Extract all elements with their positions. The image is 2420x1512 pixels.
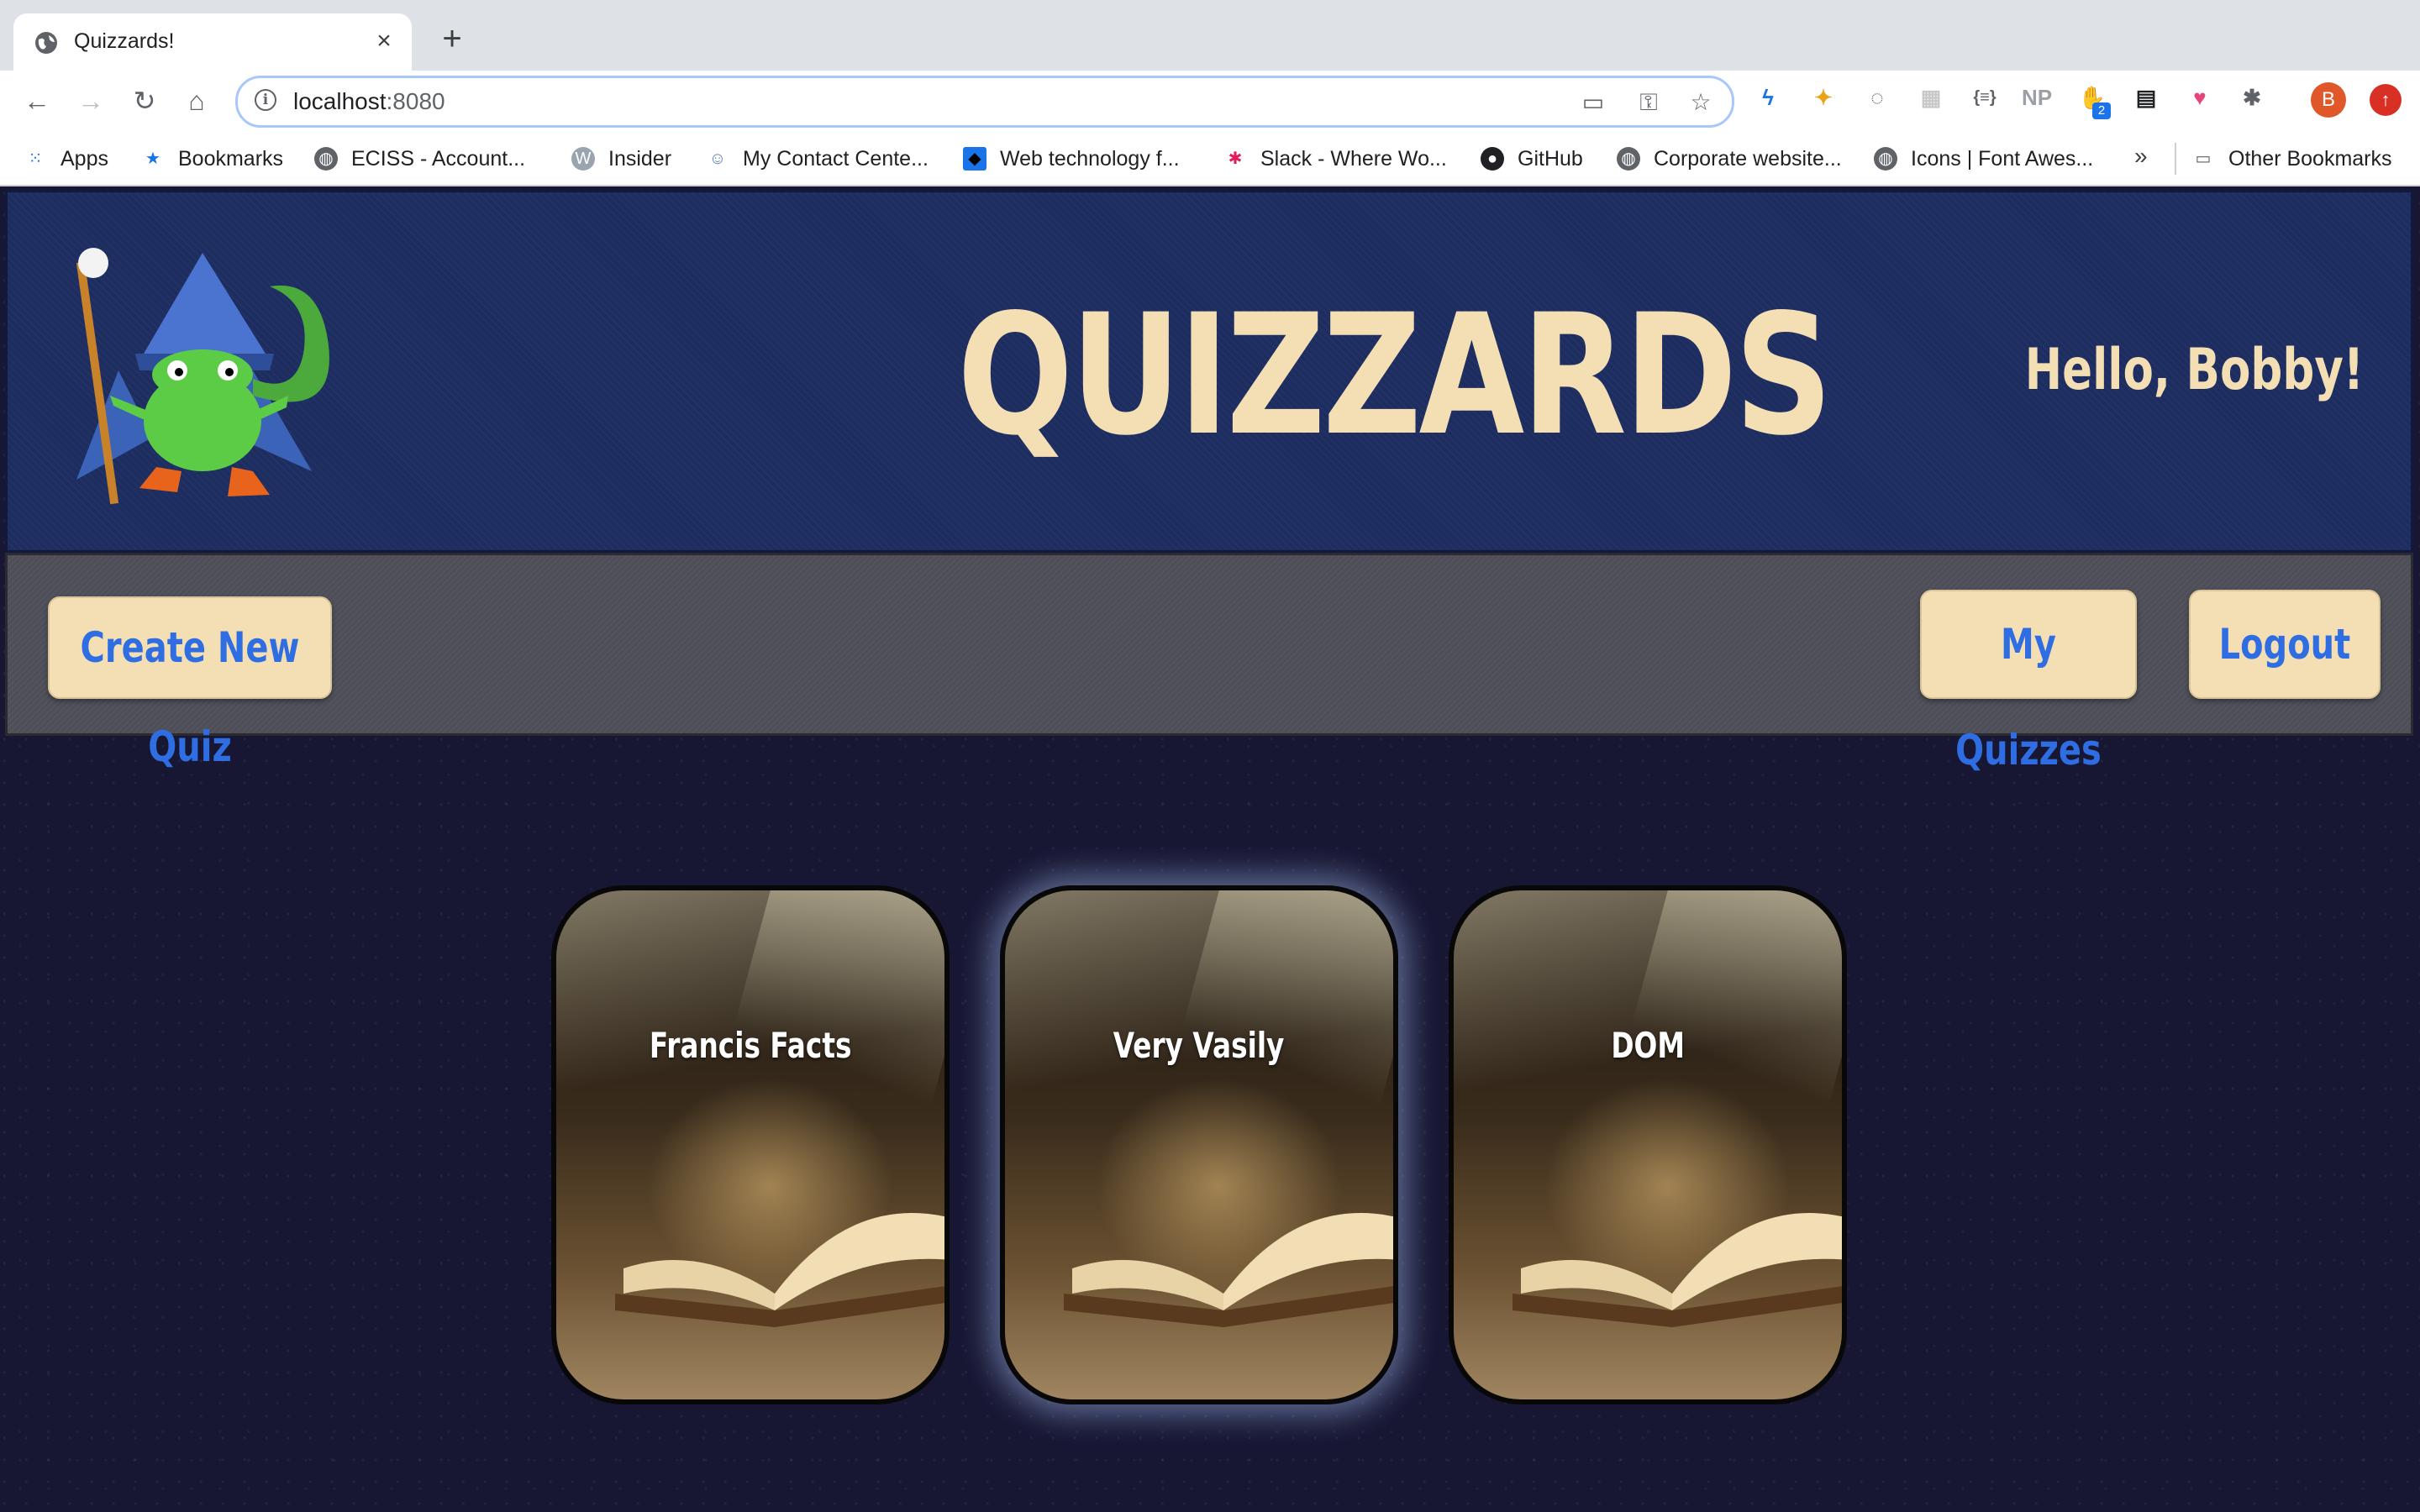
star-icon: ★ <box>145 150 160 168</box>
tab-title: Quizzards! <box>74 29 175 53</box>
globe-icon: ◍ <box>314 147 338 171</box>
forward-icon[interactable]: → <box>72 82 109 119</box>
globe-icon <box>35 32 57 54</box>
light-rays <box>707 890 944 1126</box>
extension-np-icon[interactable]: NP <box>2020 81 2054 114</box>
browser-tab-active[interactable]: Quizzards! × <box>13 13 412 71</box>
globe-icon: ◍ <box>1874 147 1897 171</box>
logout-button[interactable]: Logout <box>2189 590 2381 699</box>
open-book-icon <box>1064 1213 1393 1327</box>
site-info-icon[interactable]: i <box>255 89 276 111</box>
bookmark-slack[interactable]: ✱ Slack - Where Wo... <box>1223 143 1447 175</box>
bookmark-font-awesome[interactable]: ◍ Icons | Font Awes... <box>1874 143 2093 175</box>
extension-lightbulb-icon[interactable]: ✦ <box>1807 81 1840 114</box>
my-quizzes-label: My Quizzes <box>1955 620 2102 774</box>
quiz-card-title: Francis Facts <box>649 1025 852 1066</box>
wordpress-icon: W <box>571 147 595 171</box>
github-icon: ● <box>1481 147 1504 171</box>
new-tab-button[interactable]: + <box>434 22 471 59</box>
url-text[interactable]: localhost:8080 <box>293 88 445 115</box>
light-rays <box>1155 890 1393 1126</box>
extension-badge: 2 <box>2092 102 2111 119</box>
user-greeting: Hello, Bobby! <box>2024 337 2364 403</box>
quiz-card[interactable]: Francis Facts <box>551 885 950 1404</box>
quiz-card[interactable]: DOM <box>1449 885 1847 1404</box>
bookmark-insider[interactable]: W Insider <box>571 143 671 175</box>
site-title: QUIZZARDS <box>957 278 1833 472</box>
update-icon[interactable]: ↑ <box>2370 84 2402 116</box>
reload-icon[interactable]: ↻ <box>126 82 163 119</box>
quiz-card[interactable]: Very Vasily <box>1000 885 1398 1404</box>
other-bookmarks-folder[interactable]: ▭ Other Bookmarks <box>2191 143 2392 175</box>
apps-grid-icon: ⁙ <box>28 150 43 168</box>
browser-toolbar: ← → ↻ ⌂ i localhost:8080 ▭ ⚿ ☆ <box>0 71 2420 133</box>
install-app-icon[interactable]: ▭ <box>1579 88 1607 117</box>
bookmark-web-technology[interactable]: ◆ Web technology f... <box>963 143 1180 175</box>
extension-reader-icon[interactable]: ▤ <box>2129 81 2163 114</box>
extension-code-icon[interactable]: ◌ <box>1860 81 1894 114</box>
logout-label: Logout <box>2218 620 2351 669</box>
extension-heart-icon[interactable]: ♥ <box>2183 81 2217 114</box>
light-rays <box>1604 890 1842 1126</box>
bookmark-github[interactable]: ● GitHub <box>1481 143 1583 175</box>
folder-icon: ▭ <box>2195 150 2212 168</box>
bookmark-corporate-website[interactable]: ◍ Corporate website... <box>1617 143 1842 175</box>
wizard-logo-icon <box>76 248 329 505</box>
my-quizzes-button[interactable]: My Quizzes <box>1920 590 2137 774</box>
extension-json-icon[interactable]: {≡} <box>1968 81 2002 114</box>
bookmarks-bar: ⁙ Apps ★ Bookmarks ◍ ECISS - Account... … <box>0 133 2420 186</box>
open-book-icon <box>615 1213 944 1327</box>
tab-strip: Quizzards! × + <box>0 0 2420 71</box>
key-icon[interactable]: ⚿ <box>1634 88 1663 117</box>
slack-icon: ✱ <box>1228 150 1243 168</box>
extension-bolt-icon[interactable]: ϟ <box>1751 81 1785 114</box>
page-background: QUIZZARDS Hello, Bobby! Create New Quiz … <box>0 186 2420 1512</box>
globe-icon: ◍ <box>1617 147 1640 171</box>
site-header: QUIZZARDS Hello, Bobby! <box>5 190 2413 553</box>
bookmark-contact-center[interactable]: ☺ My Contact Cente... <box>706 143 929 175</box>
create-new-quiz-button[interactable]: Create New Quiz <box>48 596 332 771</box>
bookmark-eciss[interactable]: ◍ ECISS - Account... <box>314 143 525 175</box>
bookmark-star-icon[interactable]: ☆ <box>1686 88 1715 117</box>
more-bookmarks-button[interactable]: » <box>2134 143 2148 170</box>
site-navbar: Create New Quiz My Quizzes Logout <box>5 553 2413 774</box>
profile-avatar[interactable]: B <box>2311 82 2346 118</box>
extension-grid-icon[interactable]: ▦ <box>1914 81 1948 114</box>
address-bar[interactable]: i localhost:8080 ▭ ⚿ ☆ <box>235 76 1734 128</box>
bookmark-apps[interactable]: ⁙ Apps <box>24 143 108 175</box>
quiz-card-title: DOM <box>1611 1025 1685 1066</box>
create-new-quiz-label: Create New Quiz <box>80 623 300 771</box>
close-tab-icon[interactable]: × <box>368 25 400 57</box>
mdn-icon: ◆ <box>963 147 986 171</box>
open-book-icon <box>1512 1213 1842 1327</box>
extension-bug-icon[interactable]: ✱ <box>2235 81 2269 114</box>
bookmarks-divider <box>2175 143 2176 175</box>
bookmark-bookmarks[interactable]: ★ Bookmarks <box>141 143 283 175</box>
quiz-card-title: Very Vasily <box>1113 1025 1285 1066</box>
home-icon[interactable]: ⌂ <box>178 82 215 119</box>
contact-icon: ☺ <box>708 150 727 168</box>
back-icon[interactable]: ← <box>18 82 55 119</box>
